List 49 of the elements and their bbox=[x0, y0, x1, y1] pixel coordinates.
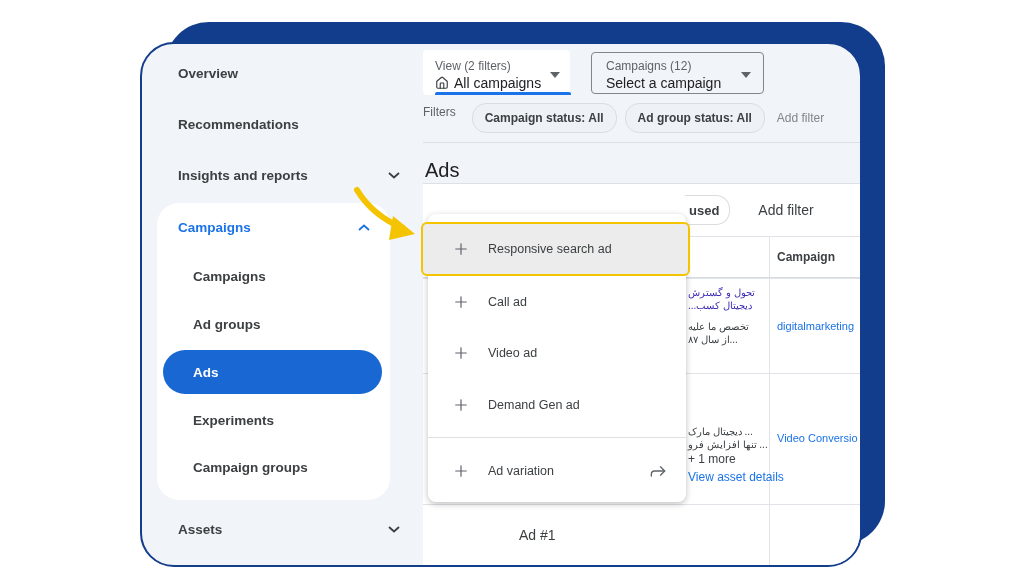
home-icon bbox=[435, 76, 449, 90]
nav-group-header[interactable]: Assets bbox=[142, 503, 420, 555]
caret-icon bbox=[741, 71, 751, 78]
dropdown-value: All campaigns bbox=[454, 75, 542, 91]
menu-item[interactable]: Call ad bbox=[428, 276, 686, 328]
nav-subitem[interactable]: Experiments bbox=[163, 398, 382, 442]
filters-label: Filters bbox=[423, 105, 456, 119]
chevron-down-icon bbox=[388, 172, 400, 179]
plus-icon bbox=[452, 240, 470, 258]
view-dropdown[interactable]: View (2 filters) All campaigns bbox=[423, 50, 570, 95]
chevron-up-icon bbox=[358, 223, 370, 231]
nav-group-label: Insights and reports bbox=[178, 168, 308, 183]
ad-description: ...از سال ۸۷ bbox=[688, 334, 739, 345]
ad-description: تخصص ما علیه bbox=[688, 321, 750, 332]
column-header[interactable]: Campaign bbox=[777, 250, 835, 264]
more-count: + 1 more bbox=[688, 452, 737, 466]
nav-group-header[interactable]: Insights and reports bbox=[142, 150, 420, 201]
dropdown-value: Select a campaign bbox=[606, 74, 722, 91]
nav-group-header[interactable]: Campaigns bbox=[157, 203, 390, 251]
dropdown-label: Campaigns (12) bbox=[606, 58, 693, 73]
nav-item[interactable]: Recommendations bbox=[142, 99, 420, 150]
nav-subitem[interactable]: Campaigns bbox=[163, 254, 382, 299]
ad-title: Ad #1 bbox=[519, 527, 556, 545]
filter-chip[interactable]: Ad group status: All bbox=[624, 103, 765, 133]
add-filter-link[interactable]: Add filter bbox=[758, 202, 814, 218]
ad-headline: دیجیتال کسب... bbox=[688, 300, 754, 311]
dropdown-label: View (2 filters) bbox=[435, 59, 512, 73]
campaign-link[interactable]: Video Conversio bbox=[777, 432, 858, 444]
menu-item[interactable]: Video ad bbox=[428, 327, 686, 379]
menu-item[interactable]: Ad variation bbox=[428, 442, 686, 499]
ad-description: ... دیجیتال مارک bbox=[688, 426, 754, 437]
ad-headline: تحول و گسترش bbox=[688, 287, 755, 298]
nav-subitem[interactable]: Ads bbox=[163, 350, 382, 395]
nav-subitem[interactable]: Ad groups bbox=[163, 302, 382, 347]
chevron-down-icon bbox=[388, 525, 400, 533]
campaign-dropdown[interactable]: Campaigns (12) Select a campaign bbox=[591, 52, 764, 94]
page-title: Ads bbox=[424, 158, 461, 183]
ad-description: ... تنها افزایش فرو bbox=[688, 439, 769, 450]
asset-details-link[interactable]: View asset details bbox=[688, 470, 784, 484]
nav-item[interactable]: Overview bbox=[142, 48, 420, 99]
campaign-link[interactable]: digitalmarketing bbox=[777, 320, 855, 332]
filter-chip[interactable]: Campaign status: All bbox=[471, 103, 617, 133]
nav-group-label: Assets bbox=[178, 521, 223, 537]
nav-group-label: Campaigns bbox=[178, 219, 251, 235]
caret-icon bbox=[550, 72, 560, 78]
menu-item[interactable]: Responsive search ad bbox=[421, 222, 690, 276]
menu-item[interactable]: Demand Gen ad bbox=[428, 379, 686, 431]
add-filter-link[interactable]: Add filter bbox=[776, 111, 825, 125]
nav-subitem[interactable]: Campaign groups bbox=[163, 445, 382, 490]
